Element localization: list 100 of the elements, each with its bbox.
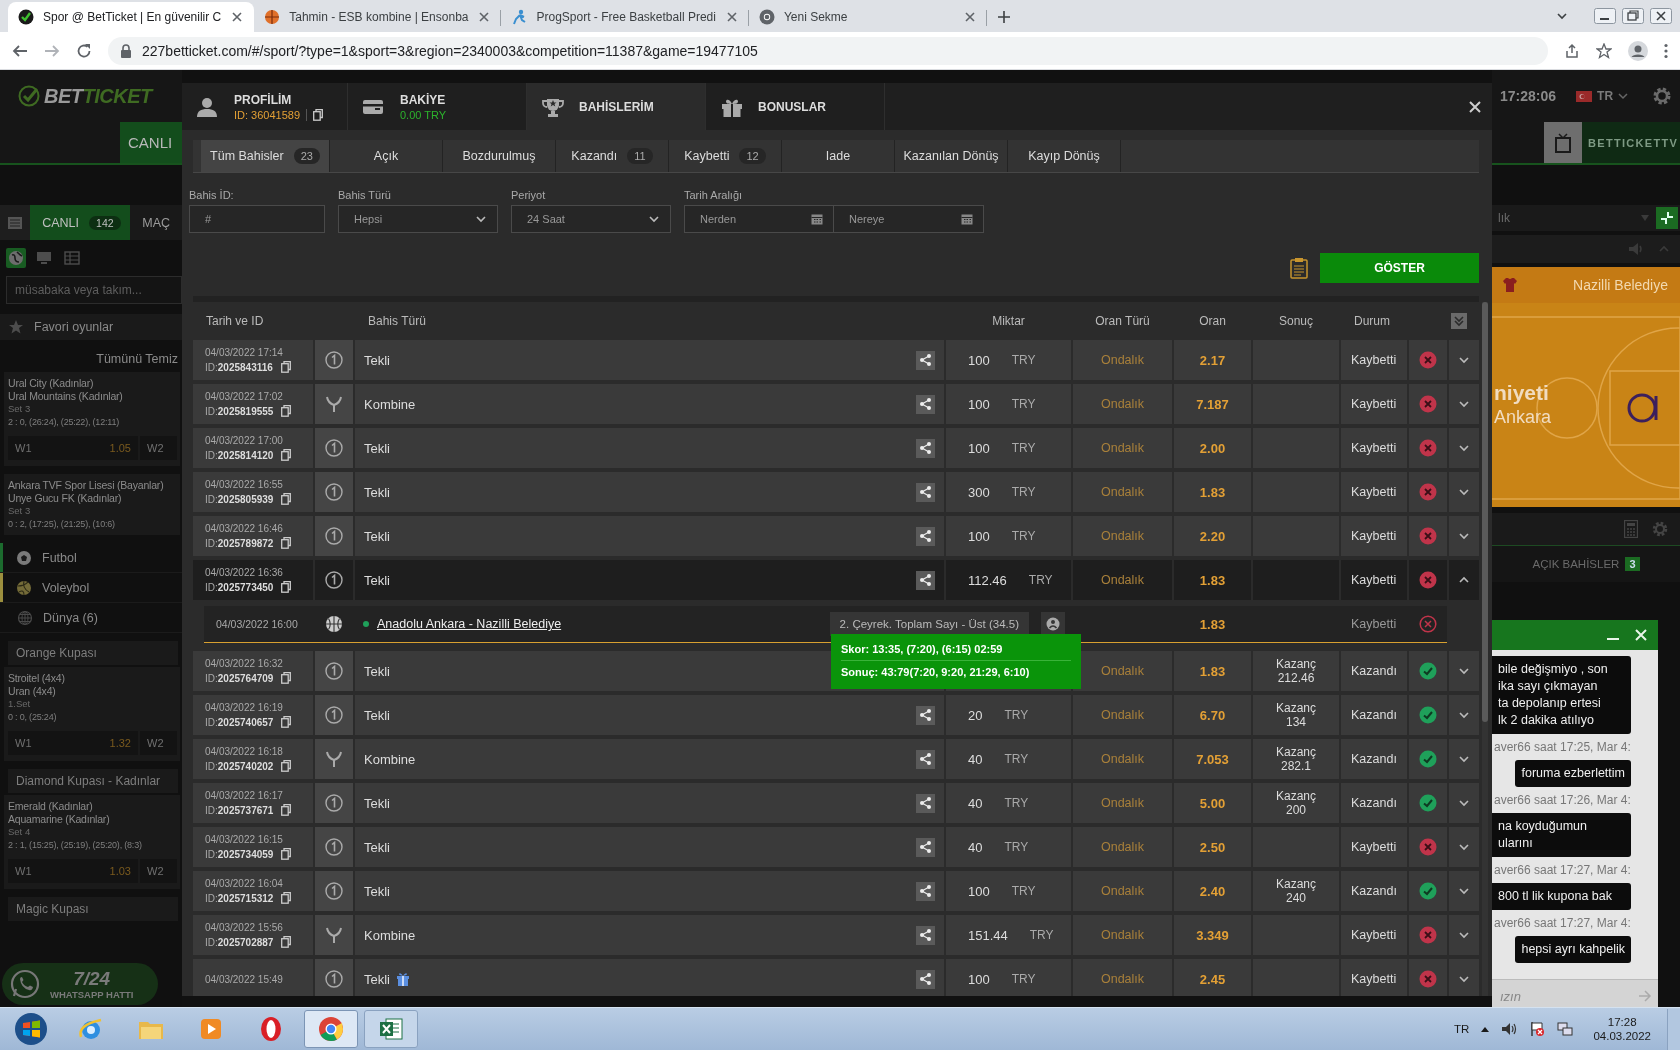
share-button[interactable]	[916, 793, 935, 813]
date-input[interactable]: Nerden	[700, 213, 805, 225]
close-icon[interactable]	[1650, 8, 1672, 24]
copy-icon[interactable]	[281, 537, 292, 549]
taskbar-app[interactable]	[304, 1010, 358, 1048]
match-link[interactable]: Anadolu Ankara - Nazilli Belediye	[377, 617, 562, 631]
close-icon[interactable]	[230, 10, 245, 24]
sport-item[interactable]: Dünya (6)	[0, 603, 182, 633]
sport-item[interactable]: Voleybol	[0, 573, 182, 603]
search-field[interactable]: müsabaka veya takım...	[6, 276, 182, 304]
odds-button[interactable]: W2	[140, 859, 177, 883]
new-tab-icon[interactable]	[996, 10, 1011, 24]
clipboard-icon[interactable]	[1290, 257, 1308, 279]
reload-icon[interactable]	[76, 42, 92, 59]
browser-tab[interactable]: Yeni Sekme	[748, 2, 987, 32]
taskbar-app[interactable]	[364, 1010, 418, 1048]
copy-icon[interactable]	[281, 493, 292, 505]
chevron-down-icon[interactable]	[1458, 354, 1470, 366]
star-icon[interactable]	[1596, 42, 1612, 59]
message-field[interactable]: ızın	[1498, 987, 1602, 1005]
share-button[interactable]	[916, 837, 935, 857]
odds-button[interactable]: W1 1.03	[8, 859, 138, 883]
chevron-down-icon[interactable]	[1458, 973, 1470, 985]
chevron-down-icon[interactable]	[1458, 841, 1470, 853]
share-button[interactable]	[916, 482, 935, 502]
chevron-down-icon[interactable]	[1458, 530, 1470, 542]
language-selector[interactable]: TR	[1576, 89, 1629, 103]
share-button[interactable]	[916, 969, 935, 989]
chevron-down-icon[interactable]	[1458, 442, 1470, 454]
restore-icon[interactable]	[1622, 8, 1644, 24]
share-button[interactable]	[916, 438, 935, 458]
resize-button[interactable]	[1656, 207, 1678, 229]
copy-icon[interactable]	[280, 361, 291, 373]
profile-icon[interactable]	[1628, 40, 1648, 61]
share-icon[interactable]	[1564, 42, 1580, 59]
chevron-down-icon[interactable]	[1458, 753, 1470, 765]
chevron-down-icon[interactable]	[1458, 929, 1470, 941]
chevron-down-icon[interactable]	[1458, 665, 1470, 677]
message-bar[interactable]: ızın	[1492, 979, 1658, 1007]
chevron-down-icon[interactable]	[1458, 486, 1470, 498]
copy-icon[interactable]	[281, 581, 292, 593]
date-input[interactable]: Nereye	[849, 213, 955, 225]
share-button[interactable]	[916, 925, 935, 945]
browser-tab[interactable]: ProgSport - Free Basketball Predi	[501, 2, 749, 32]
filter-tab[interactable]: Kayıp Dönüş	[1008, 140, 1121, 172]
sport-tab[interactable]: CANLI 142	[30, 205, 131, 240]
network-icon[interactable]	[1557, 1021, 1574, 1037]
expand-all-icon[interactable]	[1451, 313, 1467, 329]
copy-icon[interactable]	[281, 892, 292, 904]
chevron-down-icon[interactable]	[1458, 885, 1470, 897]
browser-tab[interactable]: Spor @ BetTicket | En güvenilir C	[8, 2, 255, 32]
copy-icon[interactable]	[281, 936, 292, 948]
copy-icon[interactable]	[281, 716, 292, 728]
show-button[interactable]: GÖSTER	[1320, 253, 1479, 283]
copy-icon[interactable]	[281, 405, 292, 417]
share-button[interactable]	[916, 570, 935, 590]
tab-list-icon[interactable]	[1556, 10, 1568, 22]
browser-tab[interactable]: Tahmin - ESB kombine | Ensonba	[254, 2, 502, 32]
copy-icon[interactable]	[281, 760, 292, 772]
filter-tab[interactable]: Iade	[782, 140, 895, 172]
nav-tab[interactable]: CANLI	[120, 122, 182, 163]
copy-icon[interactable]	[281, 804, 292, 816]
nav-tab[interactable]: BAHİSLERİM	[527, 83, 706, 130]
speaker-icon[interactable]	[1501, 1022, 1518, 1036]
filter-tab[interactable]: Tüm Bahisler 23	[201, 140, 330, 172]
flag-icon[interactable]	[1529, 1021, 1546, 1037]
tv-button[interactable]: BETTICKETTV	[1544, 122, 1680, 163]
sport-tab[interactable]: MAÇ	[130, 205, 182, 240]
share-button[interactable]	[916, 705, 935, 725]
scrollbar[interactable]	[1482, 302, 1488, 996]
filter-tab[interactable]: Açık	[330, 140, 443, 172]
filter-tab[interactable]: Kaybetti 12	[669, 140, 782, 172]
close-icon[interactable]	[1468, 99, 1482, 114]
clear-all-link[interactable]: Tümünü Temiz	[0, 340, 182, 372]
share-button[interactable]	[916, 394, 935, 414]
address-bar[interactable]: 227betticket.com/#/sport/?type=1&sport=3&region=2340003&competition=11387&game=19477105	[108, 36, 1548, 65]
nav-tab[interactable]: BONUSLAR	[706, 83, 885, 130]
chevron-down-icon[interactable]	[1458, 797, 1470, 809]
chevron-down-icon[interactable]	[1458, 709, 1470, 721]
menu-icon[interactable]	[1664, 42, 1668, 59]
close-icon[interactable]	[962, 10, 977, 24]
filter-tab[interactable]: Bozdurulmuş	[443, 140, 556, 172]
copy-icon[interactable]	[313, 108, 324, 121]
back-icon[interactable]	[12, 42, 28, 59]
copy-icon[interactable]	[281, 449, 292, 461]
close-icon[interactable]	[477, 10, 492, 24]
input-field[interactable]: #	[189, 205, 325, 233]
chevron-down-icon[interactable]	[1458, 398, 1470, 410]
info-button[interactable]	[1041, 612, 1065, 636]
odds-button[interactable]: W2	[140, 436, 177, 460]
odds-button[interactable]: W2	[140, 731, 177, 755]
odds-button[interactable]: W1 1.05	[8, 436, 138, 460]
nav-tab[interactable]: PROFİLİM ID: 36041589	[182, 83, 348, 130]
globe-view-button[interactable]	[6, 248, 26, 268]
copy-icon[interactable]	[281, 672, 292, 684]
odds-button[interactable]: W1 1.32	[8, 731, 138, 755]
share-button[interactable]	[916, 749, 935, 769]
share-button[interactable]	[916, 350, 935, 370]
share-button[interactable]	[916, 526, 935, 546]
copy-icon[interactable]	[281, 848, 292, 860]
